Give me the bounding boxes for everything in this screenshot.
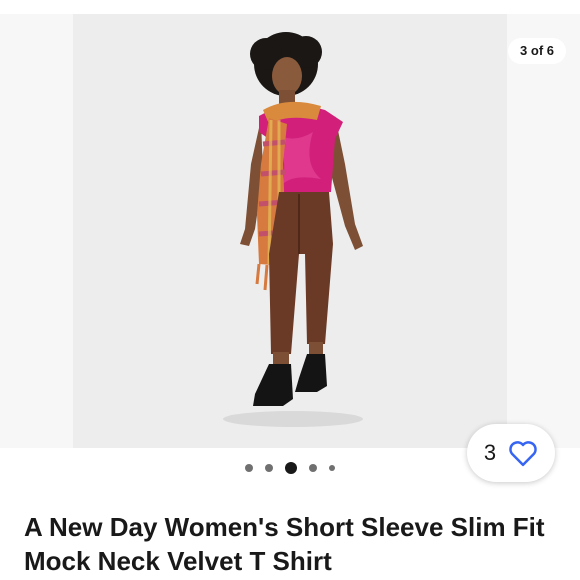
pagination-dot-active[interactable]: [285, 462, 297, 474]
watch-button[interactable]: 3: [467, 424, 555, 482]
image-counter-badge: 3 of 6: [508, 38, 566, 64]
model-photo-illustration: [223, 32, 363, 427]
watch-count: 3: [483, 440, 497, 465]
product-image-gallery[interactable]: 3 of 6: [0, 14, 580, 448]
listing-title: A New Day Women's Short Sleeve Slim Fit …: [24, 512, 545, 576]
pagination-dot[interactable]: [309, 464, 317, 472]
product-photo[interactable]: [73, 14, 507, 448]
pagination-dot[interactable]: [265, 464, 273, 472]
pagination-dot[interactable]: [245, 464, 253, 472]
pagination-dot[interactable]: [329, 465, 335, 471]
heart-icon: [509, 441, 537, 467]
